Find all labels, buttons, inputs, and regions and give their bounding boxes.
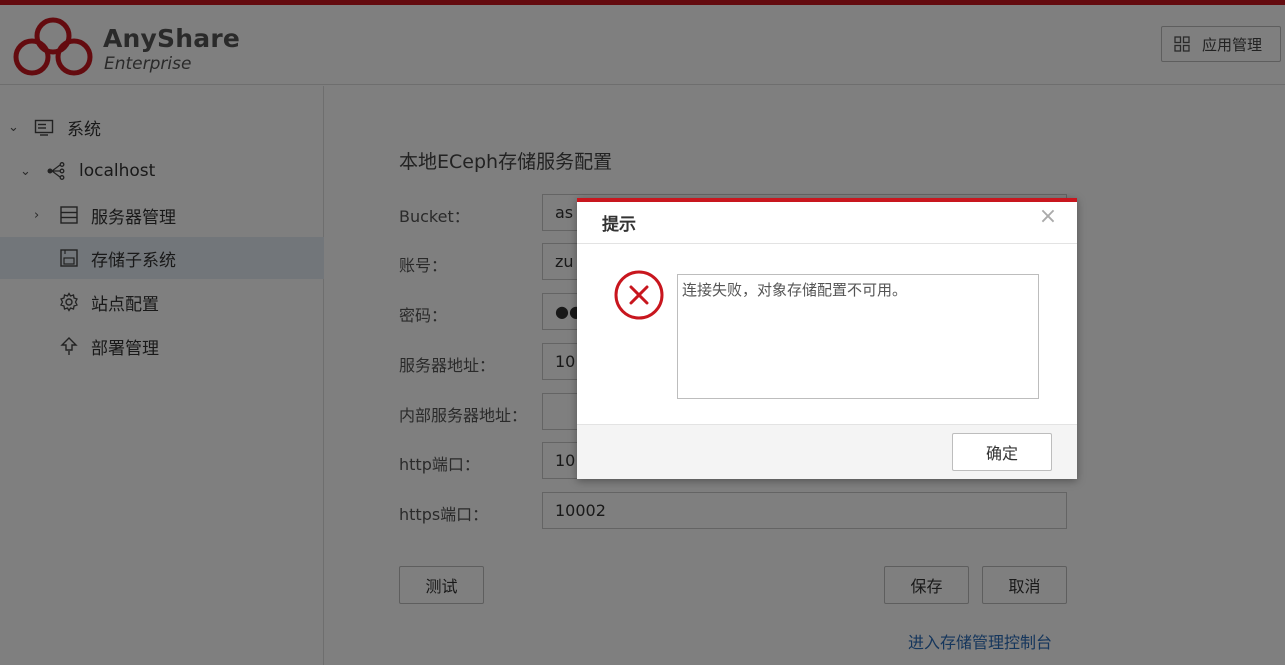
ok-button[interactable]: 确定 [952, 433, 1052, 471]
dialog-accent-bar [577, 198, 1077, 202]
close-icon[interactable]: × [1037, 206, 1059, 228]
message-box: 连接失败，对象存储配置不可用。 [677, 274, 1039, 399]
error-icon [614, 270, 664, 320]
dialog-title: 提示 [602, 215, 636, 235]
dialog-footer: 确定 [577, 424, 1077, 479]
alert-dialog: 提示 × 连接失败，对象存储配置不可用。 确定 [577, 198, 1077, 479]
dialog-divider [577, 243, 1077, 244]
